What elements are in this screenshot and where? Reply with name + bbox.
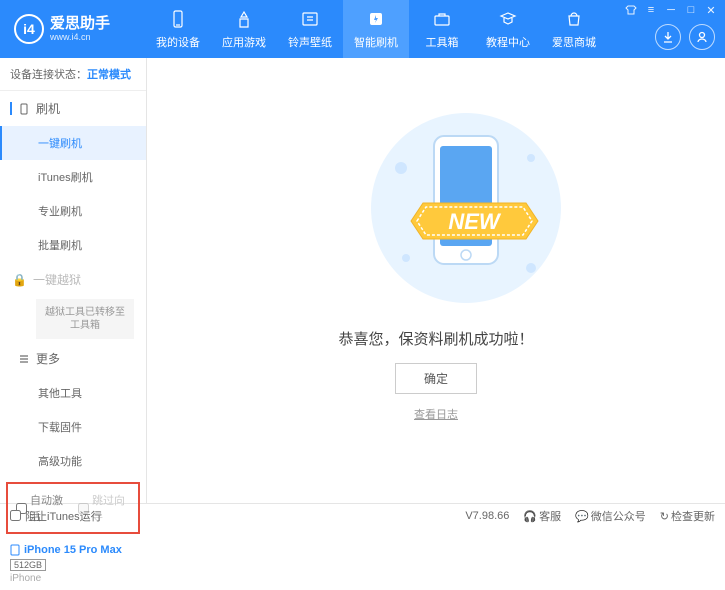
nav-label: 我的设备: [156, 34, 200, 50]
sidebar-section-jailbreak: 🔒 一键越狱: [0, 262, 146, 297]
skin-button[interactable]: [623, 2, 639, 18]
sidebar-item-pro[interactable]: 专业刷机: [0, 194, 146, 228]
brand-url: www.i4.cn: [50, 32, 110, 42]
top-nav: 我的设备 应用游戏 铃声壁纸 智能刷机 工具箱 教程中心 爱思商城: [145, 0, 607, 58]
minimize-button[interactable]: ─: [663, 2, 679, 18]
nav-store[interactable]: 爱思商城: [541, 0, 607, 58]
nav-label: 爱思商城: [552, 34, 596, 50]
nav-label: 智能刷机: [354, 34, 398, 50]
tutorial-icon: [497, 8, 519, 30]
ringtone-icon: [299, 8, 321, 30]
status-value: 正常模式: [87, 69, 131, 81]
sidebar-item-batch[interactable]: 批量刷机: [0, 228, 146, 262]
body: 设备连接状态：正常模式 刷机 一键刷机 iTunes刷机 专业刷机 批量刷机 🔒…: [0, 58, 725, 503]
sidebar: 设备连接状态：正常模式 刷机 一键刷机 iTunes刷机 专业刷机 批量刷机 🔒…: [0, 58, 147, 503]
support-link[interactable]: 🎧客服: [523, 508, 561, 524]
section-label: 更多: [36, 350, 60, 367]
status-label: 设备连接状态：: [10, 69, 87, 81]
sidebar-item-onekey[interactable]: 一键刷机: [0, 126, 146, 160]
version-label: V7.98.66: [465, 510, 509, 522]
close-button[interactable]: ✕: [703, 2, 719, 18]
user-button[interactable]: [689, 24, 715, 50]
maximize-button[interactable]: □: [683, 2, 699, 18]
window-controls: ≡ ─ □ ✕: [623, 2, 719, 18]
main-content: NEW 恭喜您，保资料刷机成功啦！ 确定 查看日志: [147, 58, 725, 503]
nav-label: 工具箱: [426, 34, 459, 50]
nav-label: 铃声壁纸: [288, 34, 332, 50]
check-update-link[interactable]: ↻检查更新: [660, 508, 715, 524]
view-log-link[interactable]: 查看日志: [414, 406, 458, 422]
apps-icon: [233, 8, 255, 30]
section-label: 刷机: [36, 100, 60, 117]
ok-button[interactable]: 确定: [395, 363, 477, 394]
flash-icon: [365, 8, 387, 30]
sidebar-item-itunes[interactable]: iTunes刷机: [0, 160, 146, 194]
brand-name: 爱思助手: [50, 16, 110, 33]
sidebar-item-advanced[interactable]: 高级功能: [0, 444, 146, 478]
nav-label: 教程中心: [486, 34, 530, 50]
success-message: 恭喜您，保资料刷机成功啦！: [338, 328, 533, 349]
section-label: 一键越狱: [33, 271, 81, 288]
lock-icon: 🔒: [12, 273, 27, 287]
logo-icon: i4: [14, 14, 44, 44]
sidebar-item-other-tools[interactable]: 其他工具: [0, 376, 146, 410]
nav-label: 应用游戏: [222, 34, 266, 50]
nav-tutorials[interactable]: 教程中心: [475, 0, 541, 58]
device-icon: [167, 8, 189, 30]
toolbox-icon: [431, 8, 453, 30]
device-name[interactable]: iPhone 15 Pro Max: [10, 544, 136, 556]
update-icon: ↻: [660, 511, 669, 523]
more-icon: [18, 353, 30, 365]
block-itunes-checkbox[interactable]: 阻止iTunes运行: [10, 508, 102, 524]
app-header: i4 爱思助手 www.i4.cn 我的设备 应用游戏 铃声壁纸 智能刷机 工具…: [0, 0, 725, 58]
device-info: iPhone 15 Pro Max 512GB iPhone: [0, 538, 146, 590]
logo-area: i4 爱思助手 www.i4.cn: [0, 14, 145, 44]
new-badge-text: NEW: [448, 209, 502, 234]
nav-my-device[interactable]: 我的设备: [145, 0, 211, 58]
sidebar-item-download-fw[interactable]: 下载固件: [0, 410, 146, 444]
device-type: iPhone: [10, 573, 136, 584]
download-button[interactable]: [655, 24, 681, 50]
sidebar-section-flash[interactable]: 刷机: [0, 91, 146, 126]
store-icon: [563, 8, 585, 30]
flash-icon-small: [18, 103, 30, 115]
success-illustration: NEW: [356, 108, 516, 308]
header-right-buttons: [655, 24, 715, 50]
wechat-link[interactable]: 💬微信公众号: [575, 508, 646, 524]
nav-smart-flash[interactable]: 智能刷机: [343, 0, 409, 58]
active-indicator: [10, 102, 12, 115]
support-icon: 🎧: [523, 511, 537, 523]
menu-button[interactable]: ≡: [643, 2, 659, 18]
jailbreak-note: 越狱工具已转移至工具箱: [36, 299, 134, 339]
nav-apps-games[interactable]: 应用游戏: [211, 0, 277, 58]
sidebar-section-more[interactable]: 更多: [0, 341, 146, 376]
storage-badge: 512GB: [10, 559, 46, 571]
phone-icon: [10, 544, 20, 556]
nav-toolbox[interactable]: 工具箱: [409, 0, 475, 58]
wechat-icon: 💬: [575, 511, 589, 523]
connection-status: 设备连接状态：正常模式: [0, 58, 146, 91]
nav-ringtones[interactable]: 铃声壁纸: [277, 0, 343, 58]
